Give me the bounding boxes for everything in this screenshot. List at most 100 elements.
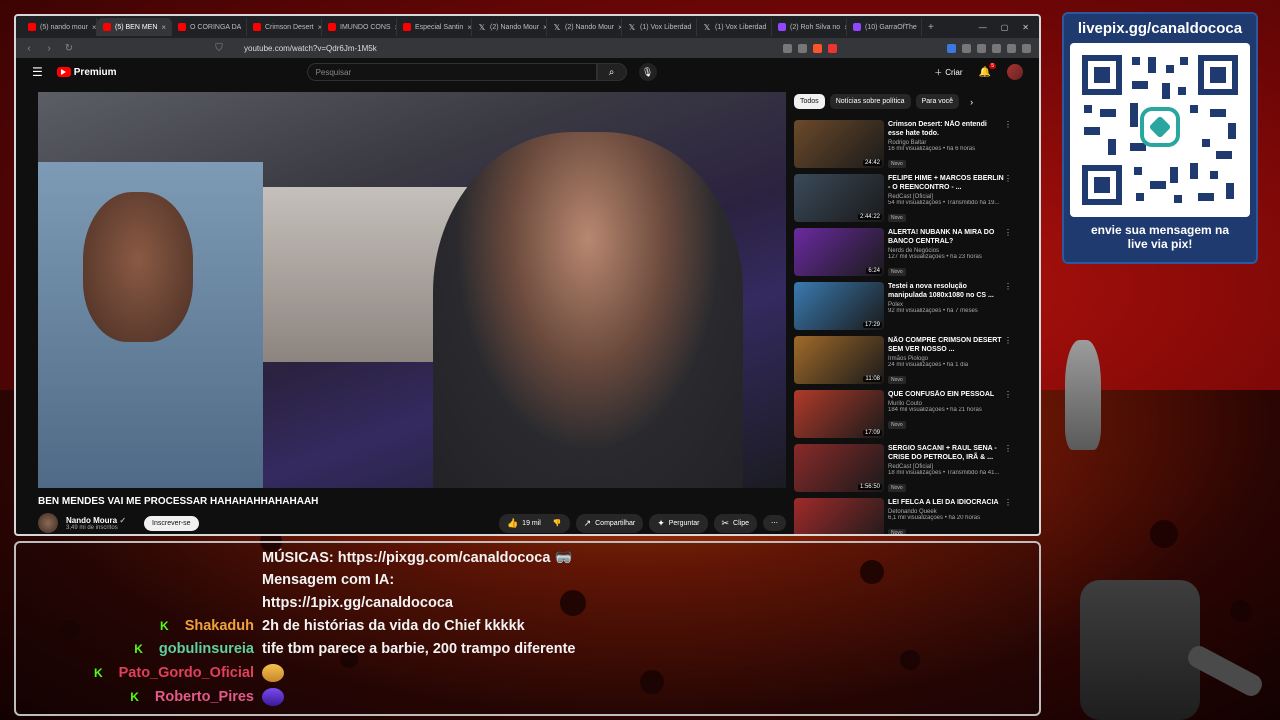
video-title-link[interactable]: FELIPE HIME + MARCOS EBERLIN - O REENCON… [888, 174, 1004, 192]
channel-name[interactable]: Nando Moura ✓ [66, 516, 126, 525]
channel-avatar[interactable] [38, 513, 58, 533]
extension-icon[interactable] [977, 43, 986, 53]
recommended-video[interactable]: 17:09 QUE CONFUSÃO EIN PESSOAL Murilo Cout… [794, 390, 1014, 444]
close-icon[interactable]: × [161, 23, 166, 32]
recommended-video[interactable]: 24:42 Crimson Desert: NÃO entendi esse ha… [794, 120, 1014, 174]
ask-button[interactable]: ✦ Perguntar [649, 513, 708, 533]
maximize-icon[interactable]: ▢ [1001, 23, 1009, 32]
back-icon[interactable]: ‹ [24, 43, 34, 54]
notifications-button[interactable]: 🔔 5 [979, 62, 996, 78]
new-tab-icon[interactable]: + [928, 22, 934, 33]
more-options-icon[interactable]: ⋮ [1004, 336, 1012, 390]
like-button[interactable]: 👍 19 mil 👎 [498, 513, 570, 533]
browser-tab[interactable]: Crimson Desert × [247, 18, 322, 36]
music-icon[interactable] [992, 43, 1001, 53]
video-title-link[interactable]: QUE CONFUSÃO EIN PESSOAL [888, 390, 1004, 399]
recommended-video[interactable]: LEI FELCA A LEI DA IDIOCRACIA Detonando Q… [794, 498, 1014, 534]
video-thumbnail[interactable]: 6:24 [794, 228, 884, 276]
qr-code [1070, 43, 1250, 217]
video-player[interactable] [38, 92, 786, 488]
thumbs-down-icon[interactable]: 👎 [553, 519, 562, 527]
more-options-icon[interactable]: ⋮ [1004, 444, 1012, 498]
video-thumbnail[interactable]: 17:29 [794, 282, 884, 330]
filter-chip[interactable]: Para você [915, 94, 960, 109]
browser-tab[interactable]: 𝕏(2) Nando Mour× [547, 18, 622, 36]
browser-tab[interactable]: (5) nando mour × [22, 18, 97, 36]
video-title-link[interactable]: Testei a nova resolução manipulada 1080x… [888, 282, 1004, 300]
browser-tab[interactable]: IMUNDO CONS× [322, 18, 397, 36]
browser-tab[interactable]: (5) BEN MEN × [97, 18, 172, 36]
chair-figure [1080, 580, 1200, 720]
recommended-video[interactable]: 2:44:22 FELIPE HIME + MARCOS EBERLIN - O … [794, 174, 1014, 228]
tab-title: (1) Vox Liberdad [640, 23, 692, 31]
mic-button[interactable]: 🎙 [638, 63, 657, 81]
browser-tab[interactable]: 𝕏(1) Vox Liberdad× [622, 18, 697, 36]
more-actions-button[interactable]: ⋯ [763, 515, 786, 531]
menu-icon[interactable]: ☰ [32, 65, 43, 79]
close-icon[interactable]: ✕ [1022, 23, 1029, 32]
browser-tab[interactable]: (2) Roh Silva no× [772, 18, 847, 36]
filter-chip[interactable]: Todos [794, 94, 825, 109]
extension-icon[interactable] [828, 43, 837, 53]
reload-icon[interactable]: ↻ [64, 43, 74, 54]
account-avatar[interactable] [1007, 64, 1023, 80]
more-options-icon[interactable]: ⋮ [1004, 228, 1012, 282]
video-thumbnail[interactable]: 2:44:22 [794, 174, 884, 222]
more-options-icon[interactable]: ⋮ [1004, 282, 1012, 336]
extension-icon[interactable] [783, 43, 792, 53]
browser-tab[interactable]: 𝕏(2) Nando Mour× [472, 18, 547, 36]
clip-button[interactable]: ✂ Clipe [713, 513, 757, 533]
video-title-link[interactable]: ALERTA! NUBANK NA MIRA DO BANCO CENTRAL? [888, 228, 1004, 246]
video-duration: 17:29 [862, 322, 882, 328]
video-thumbnail[interactable]: 1:56:50 [794, 444, 884, 492]
chat-username[interactable]: Pato_Gordo_Oficial [119, 665, 254, 681]
chat-username[interactable]: Roberto_Pires [155, 689, 254, 705]
recommended-video[interactable]: 6:24 ALERTA! NUBANK NA MIRA DO BANCO CENT… [794, 228, 1014, 282]
menu-icon[interactable] [1022, 43, 1031, 53]
search-button[interactable]: ⌕ [596, 63, 627, 81]
create-button[interactable]: ＋ Criar [934, 67, 962, 78]
video-title-link[interactable]: NÃO COMPRE CRIMSON DESERT SEM VER NOSSO … [888, 336, 1004, 354]
more-options-icon[interactable]: ⋮ [1004, 498, 1012, 534]
close-icon[interactable]: × [921, 23, 922, 32]
browser-tab[interactable]: 𝕏(1) Vox Liberdad× [697, 18, 772, 36]
browser-tab[interactable]: (10) GarraOfThe × [847, 18, 922, 36]
recommended-video[interactable]: 11:08 NÃO COMPRE CRIMSON DESERT SEM VER N… [794, 336, 1014, 390]
youtube-logo[interactable]: Premium [56, 67, 117, 78]
bookmark-icon[interactable]: ⛉ [214, 43, 224, 54]
address-bar: ‹ › ↻ ⛉ youtube.com/watch?v=Qdr6Jm-1M5k [16, 38, 1039, 58]
share-button[interactable]: ↗ Compartilhar [575, 513, 644, 533]
browser-tab[interactable]: Especial Santin × [397, 18, 472, 36]
chevron-right-icon[interactable]: › [970, 97, 973, 107]
url-field[interactable]: youtube.com/watch?v=Qdr6Jm-1M5k [244, 44, 773, 53]
video-thumbnail[interactable]: 24:42 [794, 120, 884, 168]
forward-icon[interactable]: › [44, 43, 54, 54]
sidebar-icon[interactable] [1007, 43, 1016, 53]
subscribe-button[interactable]: Inscrever-se [144, 515, 199, 531]
more-options-icon[interactable]: ⋮ [1004, 390, 1012, 444]
chat-username[interactable]: Shakaduh [185, 618, 254, 634]
recommended-video[interactable]: 1:56:50 SERGIO SACANI + RAUL SENA - CRISE… [794, 444, 1014, 498]
video-thumbnail[interactable]: 17:09 [794, 390, 884, 438]
video-title-link[interactable]: SERGIO SACANI + RAUL SENA - CRISE DO PET… [888, 444, 1004, 462]
video-title-link[interactable]: LEI FELCA A LEI DA IDIOCRACIA [888, 498, 1004, 507]
extension-icon[interactable] [947, 43, 956, 53]
video-thumbnail[interactable] [794, 498, 884, 534]
video-thumbnail[interactable]: 11:08 [794, 336, 884, 384]
extension-icon[interactable] [962, 43, 971, 53]
search-input[interactable]: Pesquisar [306, 63, 597, 81]
close-icon[interactable]: × [92, 23, 96, 32]
filter-chip[interactable]: Notícias sobre política [829, 94, 911, 109]
chat-username[interactable]: gobulinsureia [159, 641, 254, 657]
minimize-icon[interactable]: — [979, 23, 987, 32]
browser-tab[interactable]: O CORINGA DA× [172, 18, 247, 36]
youtube-icon [403, 23, 411, 31]
video-meta: Testei a nova resolução manipulada 1080x… [888, 282, 1004, 336]
video-face [83, 192, 193, 342]
recommended-video[interactable]: 17:29 Testei a nova resolução manipulada … [794, 282, 1014, 336]
more-options-icon[interactable]: ⋮ [1004, 120, 1012, 174]
more-options-icon[interactable]: ⋮ [1004, 174, 1012, 228]
video-title-link[interactable]: Crimson Desert: NÃO entendi esse hate to… [888, 120, 1004, 138]
brave-shield-icon[interactable] [813, 43, 822, 53]
extension-icon[interactable] [798, 43, 807, 53]
